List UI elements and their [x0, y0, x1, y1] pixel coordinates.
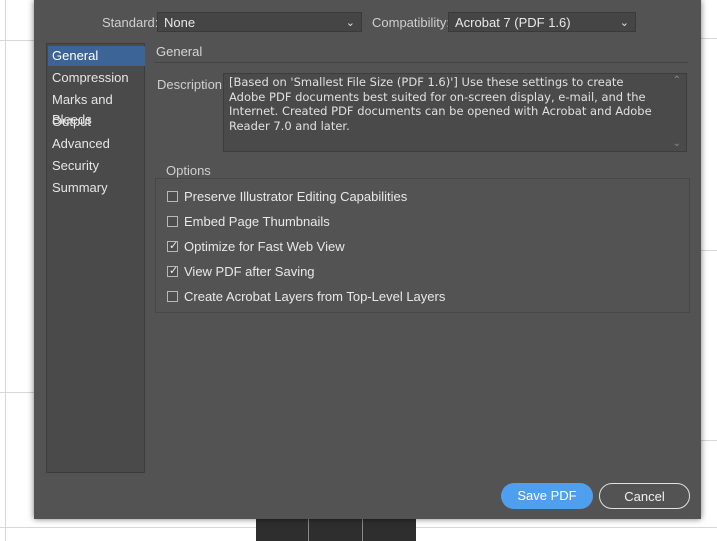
canvas-artwork — [256, 519, 416, 541]
standard-label: Standard: — [102, 15, 159, 30]
option-label: Optimize for Fast Web View — [184, 239, 345, 254]
checkbox[interactable]: ✓ — [167, 265, 179, 277]
canvas-gridline — [701, 38, 717, 39]
sidebar-item-general[interactable]: General — [48, 46, 145, 66]
options-title: Options — [166, 163, 211, 178]
option-label: Create Acrobat Layers from Top-Level Lay… — [184, 289, 446, 304]
chevron-down-icon: ⌄ — [345, 17, 355, 29]
compatibility-value: Acrobat 7 (PDF 1.6) — [455, 15, 571, 30]
chevron-down-icon: ⌄ — [619, 17, 629, 29]
section-title: General — [156, 44, 203, 59]
sidebar-item-marks-and-bleeds[interactable]: Marks and Bleeds — [48, 90, 145, 127]
option-label: Preserve Illustrator Editing Capabilitie… — [184, 189, 408, 204]
sidebar-item-output[interactable]: Output — [48, 112, 145, 132]
sidebar-item-compression[interactable]: Compression — [48, 68, 145, 88]
description-text: [Based on 'Smallest File Size (PDF 1.6)'… — [229, 75, 652, 133]
standard-select[interactable]: None ⌄ — [157, 12, 362, 32]
canvas-gridline — [308, 519, 309, 541]
cancel-button[interactable]: Cancel — [599, 483, 690, 509]
description-label: Description: — [157, 77, 226, 92]
scroll-down-icon[interactable]: ⌄ — [673, 138, 681, 149]
description-box[interactable]: [Based on 'Smallest File Size (PDF 1.6)'… — [223, 73, 687, 152]
canvas-gridline — [362, 519, 363, 541]
canvas-gridline — [5, 0, 6, 541]
compatibility-label: Compatibility: — [372, 15, 451, 30]
checkbox[interactable]: ✓ — [167, 240, 179, 252]
sidebar-item-summary[interactable]: Summary — [48, 178, 145, 198]
canvas-gridline — [701, 250, 717, 251]
canvas-gridline — [701, 440, 717, 441]
checkbox[interactable] — [167, 191, 178, 202]
save-pdf-button[interactable]: Save PDF — [501, 483, 593, 509]
standard-value: None — [164, 15, 196, 30]
checkmark-icon: ✓ — [169, 240, 179, 252]
scroll-up-icon[interactable]: ⌃ — [673, 75, 681, 86]
checkbox[interactable] — [167, 216, 178, 227]
option-label: View PDF after Saving — [184, 264, 315, 279]
checkmark-icon: ✓ — [169, 265, 179, 277]
sidebar-item-security[interactable]: Security — [48, 156, 145, 176]
category-sidebar: General Compression Marks and Bleeds Out… — [46, 43, 145, 473]
save-pdf-dialog: Standard: None ⌄ Compatibility: Acrobat … — [34, 0, 701, 519]
option-label: Embed Page Thumbnails — [184, 214, 330, 229]
compatibility-select[interactable]: Acrobat 7 (PDF 1.6) ⌄ — [448, 12, 636, 32]
checkbox[interactable] — [167, 291, 178, 302]
sidebar-item-advanced[interactable]: Advanced — [48, 134, 145, 154]
section-divider — [154, 62, 688, 63]
